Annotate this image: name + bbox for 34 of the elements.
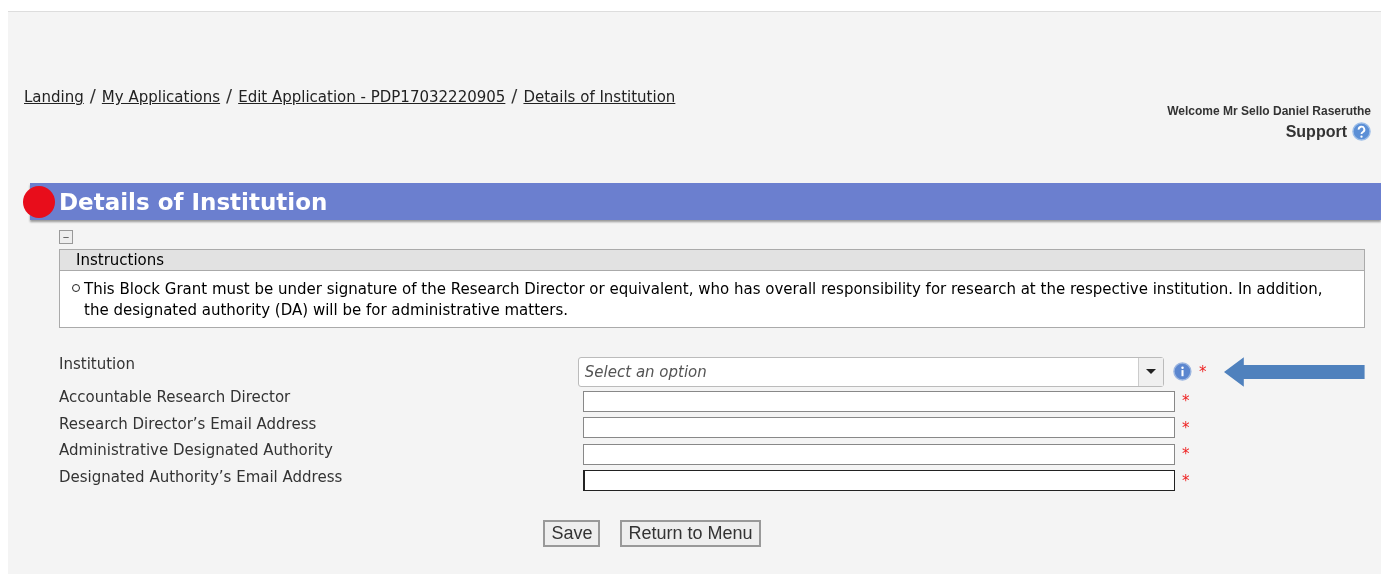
breadcrumb-separator: / [511, 85, 518, 106]
input-field[interactable] [583, 470, 1175, 492]
instructions-text: This Block Grant must be under signature of the Research Director or equivalent, who has overall responsibility for research at the respective institution. In addition, the designated authority (DA) will be for administrative matters. [84, 279, 1324, 321]
breadcrumb-link[interactable]: Details of Institution [523, 88, 676, 106]
required-marker: * [1182, 471, 1190, 490]
section-title: Details of Institution [59, 188, 328, 215]
support-link[interactable]: Support [1285, 122, 1347, 141]
form-button[interactable]: Return to Menu [620, 520, 761, 547]
info-icon[interactable] [1173, 362, 1192, 381]
breadcrumb-link[interactable]: My Applications [101, 88, 221, 106]
required-marker: * [1182, 445, 1190, 464]
field-label: Research Director’s Email Address [59, 414, 318, 433]
collapse-button[interactable]: − [59, 230, 73, 244]
section-marker [23, 186, 55, 218]
field-label: Administrative Designated Authority [59, 441, 334, 459]
instructions-title: Instructions [60, 250, 1364, 271]
input-field[interactable] [583, 443, 1175, 465]
breadcrumb-separator: / [89, 85, 96, 106]
field-label: Institution [59, 355, 136, 373]
input-field[interactable] [583, 390, 1175, 412]
breadcrumb-link[interactable]: Edit Application - PDP17032220905 [238, 88, 506, 106]
required-marker: * [1182, 418, 1190, 437]
input-field[interactable] [583, 417, 1175, 439]
field-label: Designated Authority’s Email Address [59, 467, 344, 486]
caret-icon [1146, 369, 1157, 374]
breadcrumb-link[interactable]: Landing [24, 88, 84, 106]
help-icon[interactable] [1352, 122, 1371, 141]
field-label: Accountable Research Director [59, 388, 292, 406]
required-marker: * [1198, 362, 1207, 381]
required-marker: * [1182, 392, 1190, 411]
form-button[interactable]: Save [543, 520, 601, 547]
breadcrumb-separator: / [226, 85, 233, 106]
welcome-text: Welcome Mr Sello Daniel Raseruthe [1167, 104, 1371, 118]
select-dropdown[interactable]: Select an option [577, 356, 1165, 387]
